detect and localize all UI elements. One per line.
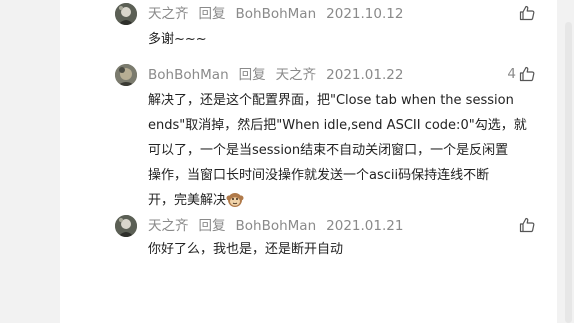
reply-label: 回复 <box>198 218 226 234</box>
thumbs-up-icon <box>519 217 535 233</box>
avatar[interactable] <box>115 64 137 86</box>
comment-text-line: 开，完美解决 <box>148 193 227 208</box>
comment-author[interactable]: 天之齐 <box>148 218 189 234</box>
like-button[interactable] <box>516 5 535 21</box>
comment-date: 2021.10.12 <box>326 6 404 22</box>
monkey-emoji-icon <box>226 190 244 208</box>
comment-item: BohBohMan 回复 天之齐 2021.01.22 4 解决了，还是这个配置界面，… <box>115 64 545 208</box>
comment-text: 解决了，还是这个配置界面，把"Close tab when the sessio… <box>148 88 538 213</box>
avatar[interactable] <box>115 3 137 25</box>
comment-meta: BohBohMan 回复 天之齐 2021.01.22 <box>148 66 403 84</box>
comment-text-line: 可以了，一个是当session结束不自动关闭窗口，一个是反闲置 <box>148 143 509 158</box>
comment-date: 2021.01.22 <box>326 67 404 83</box>
scrollbar-thumb[interactable] <box>565 22 572 323</box>
avatar[interactable] <box>115 215 137 237</box>
comment-meta: 天之齐 回复 BohBohMan 2021.10.12 <box>148 5 403 23</box>
comment-text: 多谢~~~ <box>148 27 538 52</box>
comment-text-line: ends"取消掉，然后把"When idle,send ASCII code:0… <box>148 118 527 133</box>
like-button[interactable]: 4 <box>507 66 535 82</box>
like-button[interactable] <box>516 217 535 233</box>
thumbs-up-icon <box>519 5 535 21</box>
comment-text: 你好了么，我也是，还是断开自动 <box>148 237 538 262</box>
comment-meta: 天之齐 回复 BohBohMan 2021.01.21 <box>148 217 403 235</box>
comment-text-content: 你好了么，我也是，还是断开自动 <box>148 242 344 257</box>
like-count: 4 <box>507 66 516 82</box>
comment-item: 天之齐 回复 BohBohMan 2021.10.12 多谢~~~ <box>115 3 545 51</box>
reply-to-user[interactable]: BohBohMan <box>236 218 317 234</box>
reply-label: 回复 <box>198 6 226 22</box>
comment-text-line: 操作，当窗口长时间没操作就发送一个ascii码保持连线不断 <box>148 168 490 183</box>
comment-text-line: 解决了，还是这个配置界面，把"Close tab when the sessio… <box>148 93 514 108</box>
reply-to-user[interactable]: BohBohMan <box>236 6 317 22</box>
comment-author[interactable]: BohBohMan <box>148 67 229 83</box>
comment-item: 天之齐 回复 BohBohMan 2021.01.21 你好了么，我也是，还是断开自动 <box>115 215 545 265</box>
comment-text-content: 多谢~~~ <box>148 32 207 47</box>
reply-to-user[interactable]: 天之齐 <box>276 67 317 83</box>
thumbs-up-icon <box>519 66 535 82</box>
comment-date: 2021.01.21 <box>326 218 404 234</box>
reply-label: 回复 <box>238 67 266 83</box>
comment-author[interactable]: 天之齐 <box>148 6 189 22</box>
